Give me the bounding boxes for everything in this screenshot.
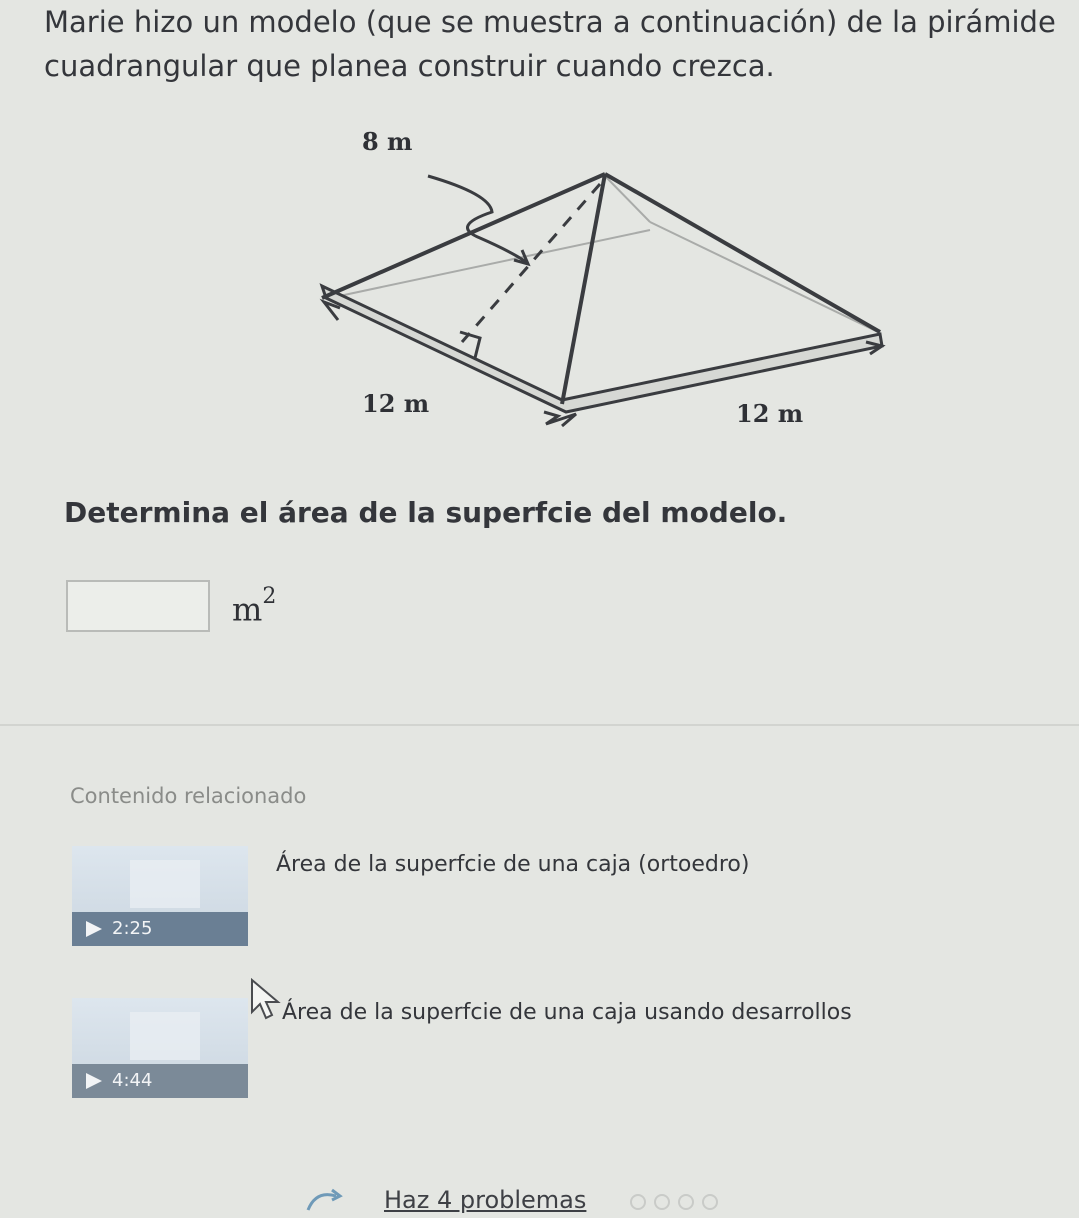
edge-front <box>560 173 607 405</box>
refresh-icon <box>302 1186 354 1218</box>
answer-unit: m2 <box>232 584 276 629</box>
section-divider <box>0 724 1079 726</box>
progress-dots <box>630 1194 726 1214</box>
thumbnail-shape <box>130 860 200 908</box>
related-content-title: Contenido relacionado <box>70 784 307 808</box>
duration-bar: 2:25 <box>72 912 248 946</box>
thumbnail-shape <box>130 1012 200 1060</box>
back-edge-left <box>329 229 651 299</box>
play-icon[interactable] <box>86 921 102 937</box>
progress-dot <box>654 1194 670 1210</box>
edge-left <box>321 172 606 300</box>
slant-callout <box>427 174 527 264</box>
progress-dot <box>678 1194 694 1210</box>
base-right-label: 12 m <box>736 399 803 428</box>
question-text: Determina el área de la superfcie del mo… <box>64 496 788 529</box>
video-title[interactable]: Área de la superfcie de una caja (ortoed… <box>276 852 749 877</box>
problem-text: Marie hizo un modelo (que se muestra a c… <box>44 5 1056 83</box>
play-icon[interactable] <box>86 1073 102 1089</box>
video-duration: 2:25 <box>112 918 153 939</box>
back-edge-apex <box>604 175 651 223</box>
edge-right <box>604 172 881 334</box>
do-problems-label[interactable]: Haz 4 problemas <box>384 1186 586 1214</box>
video-thumbnail[interactable]: 4:44 <box>72 998 248 1098</box>
pyramid-figure: 8 m 12 m 12 m <box>300 120 900 440</box>
dim-arrow-mid <box>543 410 577 428</box>
video-duration: 4:44 <box>112 1070 153 1091</box>
practice-footer[interactable]: Haz 4 problemas <box>300 1180 800 1215</box>
progress-dot <box>630 1194 646 1210</box>
video-title[interactable]: Área de la superfcie de una caja usando … <box>282 1000 852 1025</box>
mouse-cursor-icon <box>250 977 290 1024</box>
base-left-label: 12 m <box>362 389 429 418</box>
unit-base: m <box>232 590 263 629</box>
progress-dot <box>702 1194 718 1210</box>
unit-exponent: 2 <box>262 584 277 609</box>
slant-label: 8 m <box>362 127 412 156</box>
duration-bar: 4:44 <box>72 1064 248 1098</box>
answer-input[interactable] <box>66 580 210 632</box>
video-thumbnail[interactable]: 2:25 <box>72 846 248 946</box>
back-edge-right <box>649 221 879 333</box>
